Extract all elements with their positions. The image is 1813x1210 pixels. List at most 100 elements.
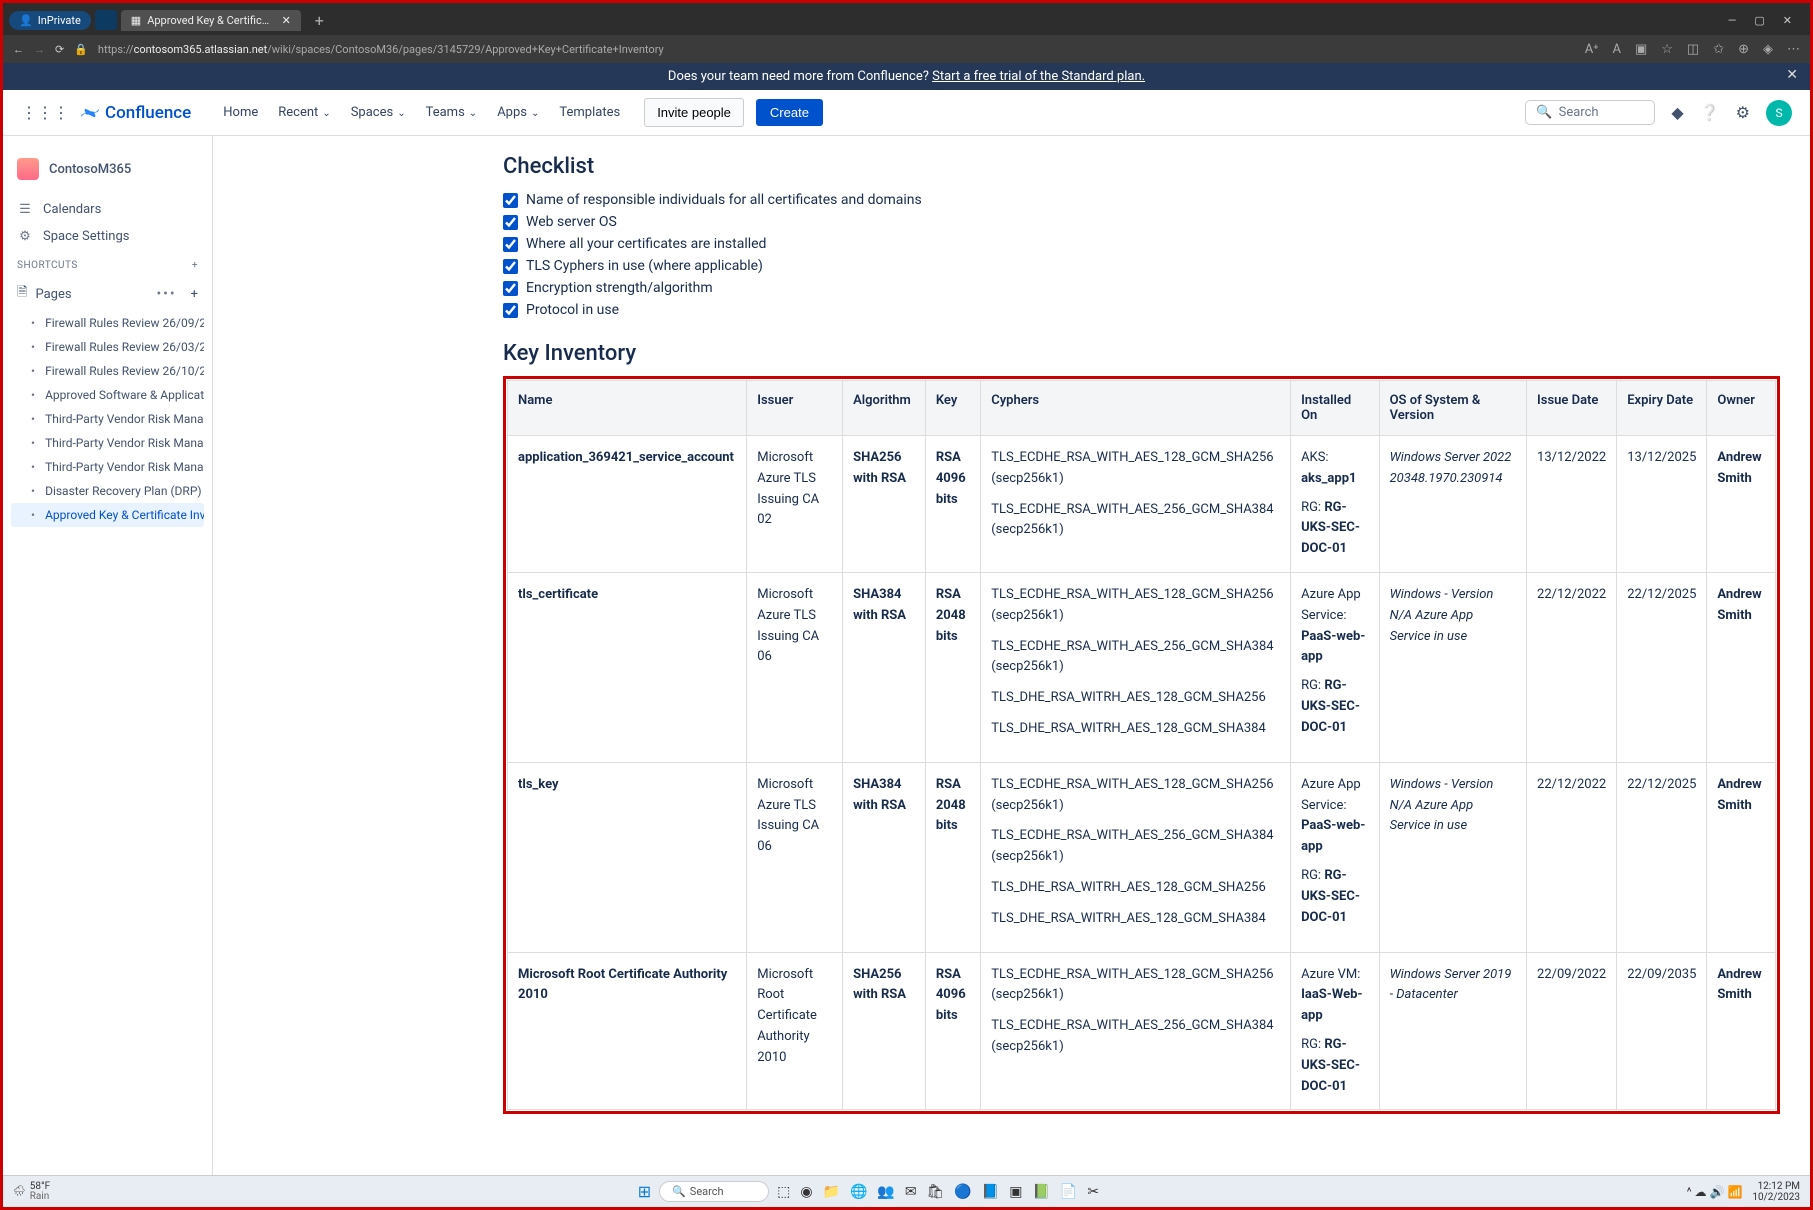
main-content[interactable]: Checklist Name of responsible individual… <box>213 136 1810 1176</box>
add-shortcut-icon[interactable]: + <box>192 260 198 271</box>
sidebar-calendars[interactable]: ☰Calendars <box>11 196 204 223</box>
close-tab-icon[interactable]: ✕ <box>282 14 291 27</box>
banner-close-icon[interactable]: ✕ <box>1786 67 1798 83</box>
teams-icon[interactable]: 👥 <box>877 1184 894 1200</box>
checkbox[interactable] <box>503 281 518 296</box>
cell-expiry-date: 22/09/2035 <box>1617 952 1707 1110</box>
copilot-icon[interactable]: ◉ <box>800 1184 812 1200</box>
banner-link[interactable]: Start a free trial of the Standard plan. <box>932 69 1145 84</box>
url-field[interactable]: https://contosom365.atlassian.net/wiki/s… <box>98 43 1575 56</box>
page-tree-item[interactable]: Disaster Recovery Plan (DRP) <box>11 479 204 503</box>
user-avatar[interactable]: S <box>1766 100 1792 126</box>
split-icon[interactable]: ◫ <box>1687 42 1699 57</box>
weather-widget[interactable]: 🌧 58°F Rain <box>13 1182 50 1202</box>
nav-home[interactable]: Home <box>213 99 268 126</box>
excel-icon[interactable]: 📗 <box>1032 1184 1049 1200</box>
page-tree-item[interactable]: Third-Party Vendor Risk Managem… <box>11 407 204 431</box>
checkbox[interactable] <box>503 303 518 318</box>
pages-more-icon[interactable]: ••• <box>156 286 176 302</box>
space-header[interactable]: ContosoM365 <box>11 152 204 186</box>
page-tree-item[interactable]: Firewall Rules Review 26/03/2023 <box>11 335 204 359</box>
window-minimize-icon[interactable]: — <box>1728 14 1737 27</box>
cell-issuer: Microsoft Root Certificate Authority 201… <box>747 952 843 1110</box>
column-header: Issuer <box>747 381 843 436</box>
create-button[interactable]: Create <box>756 99 823 126</box>
new-tab-button[interactable]: + <box>305 11 334 30</box>
add-page-icon[interactable]: + <box>191 287 198 302</box>
vscode-icon[interactable]: 📘 <box>982 1184 999 1200</box>
taskbar-search[interactable]: 🔍 Search <box>659 1181 769 1202</box>
confluence-logo[interactable]: Confluence <box>79 102 191 124</box>
favorites-bar-icon[interactable]: ✩ <box>1713 42 1724 57</box>
taskbar-date[interactable]: 10/2/2023 <box>1752 1192 1800 1203</box>
page-tree-item[interactable]: Firewall Rules Review 26/10/2022 <box>11 359 204 383</box>
page-tree-item[interactable]: Firewall Rules Review 26/09/2023 <box>11 311 204 335</box>
checkbox[interactable] <box>503 215 518 230</box>
notifications-icon[interactable]: ◆ <box>1671 103 1683 122</box>
top-navigation: ⋮⋮⋮ Confluence HomeRecent⌄Spaces⌄Teams⌄A… <box>3 90 1810 136</box>
cell-algorithm: SHA256 with RSA <box>843 952 926 1110</box>
snip-icon[interactable]: ✂ <box>1087 1184 1099 1200</box>
terminal-icon[interactable]: ▣ <box>1009 1184 1022 1200</box>
chrome-icon[interactable]: 🔵 <box>954 1184 971 1200</box>
system-tray[interactable]: ^ ☁ 🔊 📶 <box>1687 1185 1743 1199</box>
collections-icon[interactable]: ⊕ <box>1738 42 1749 57</box>
checkbox[interactable] <box>503 259 518 274</box>
word-icon[interactable]: 📄 <box>1060 1184 1077 1200</box>
cell-cyphers: TLS_ECDHE_RSA_WITH_AES_128_GCM_SHA256 (s… <box>981 436 1291 573</box>
app-switcher-icon[interactable]: ⋮⋮⋮ <box>21 103 69 122</box>
column-header: Installed On <box>1291 381 1380 436</box>
nav-refresh-icon[interactable]: ⟳ <box>55 43 64 56</box>
pages-label: Pages <box>35 287 71 302</box>
cell-expiry-date: 13/12/2025 <box>1617 436 1707 573</box>
url-scheme: https:// <box>98 43 134 56</box>
favorites-icon[interactable]: ☆ <box>1661 42 1673 57</box>
cell-owner: Andrew Smith <box>1707 572 1776 762</box>
store-icon[interactable]: 🛍 <box>927 1184 945 1200</box>
lock-icon[interactable]: 🔒 <box>74 43 88 56</box>
edge-icon[interactable]: 🌐 <box>850 1184 867 1200</box>
checklist: Name of responsible individuals for all … <box>503 189 1780 321</box>
checklist-label: Name of responsible individuals for all … <box>526 192 922 208</box>
chevron-down-icon: ⌄ <box>322 108 330 119</box>
nav-recent[interactable]: Recent⌄ <box>268 99 340 126</box>
help-icon[interactable]: ❔ <box>1700 103 1720 122</box>
tracking-icon[interactable]: ▣ <box>1635 42 1647 57</box>
outlook-icon[interactable]: ✉ <box>905 1184 917 1200</box>
window-maximize-icon[interactable]: ▢ <box>1754 14 1764 27</box>
page-tree-item[interactable]: Approved Software & Applications… <box>11 383 204 407</box>
nav-teams[interactable]: Teams⌄ <box>416 99 488 126</box>
start-icon[interactable]: ⊞ <box>638 1182 651 1201</box>
browser-tab-active[interactable]: ▦ Approved Key & Certificate Inv… ✕ <box>121 10 301 31</box>
taskbar-time[interactable]: 12:12 PM <box>1752 1181 1800 1192</box>
nav-back-icon[interactable]: ← <box>13 43 24 56</box>
cypher-value: TLS_ECDHE_RSA_WITH_AES_256_GCM_SHA384 (s… <box>991 1016 1280 1058</box>
extensions-icon[interactable]: ◈ <box>1763 42 1773 57</box>
nav-apps[interactable]: Apps⌄ <box>487 99 549 126</box>
sidebar-space-settings[interactable]: ⚙Space Settings <box>11 223 204 250</box>
page-tree-item[interactable]: Third-Party Vendor Risk Managem… <box>11 455 204 479</box>
cell-key: RSA 2048 bits <box>925 572 980 762</box>
read-aloud-icon[interactable]: A <box>1612 42 1620 57</box>
checkbox[interactable] <box>503 193 518 208</box>
page-tree-item[interactable]: Third-Party Vendor Risk Managem… <box>11 431 204 455</box>
cell-key: RSA 2048 bits <box>925 762 980 952</box>
pages-header[interactable]: 🗎 Pages ••• + <box>11 277 204 311</box>
more-icon[interactable]: ⋯ <box>1787 42 1800 57</box>
explorer-icon[interactable]: 📁 <box>823 1184 840 1200</box>
zoom-icon[interactable]: A⁺ <box>1585 42 1599 57</box>
cypher-value: TLS_ECDHE_RSA_WITH_AES_256_GCM_SHA384 (s… <box>991 500 1280 542</box>
invite-people-button[interactable]: Invite people <box>644 98 744 127</box>
settings-icon[interactable]: ⚙ <box>1736 103 1750 122</box>
checkbox[interactable] <box>503 237 518 252</box>
checklist-item: Name of responsible individuals for all … <box>503 189 1780 211</box>
column-header: Owner <box>1707 381 1776 436</box>
nav-templates[interactable]: Templates <box>549 99 630 126</box>
task-view-icon[interactable]: ⬚ <box>777 1184 790 1200</box>
nav-spaces[interactable]: Spaces⌄ <box>341 99 416 126</box>
page-tree-item[interactable]: Approved Key & Certificate Invent… <box>11 503 204 527</box>
global-search[interactable]: 🔍 Search <box>1525 100 1655 125</box>
checklist-label: Protocol in use <box>526 302 619 318</box>
window-close-icon[interactable]: ✕ <box>1783 14 1792 27</box>
workspace-indicator[interactable] <box>95 10 117 30</box>
